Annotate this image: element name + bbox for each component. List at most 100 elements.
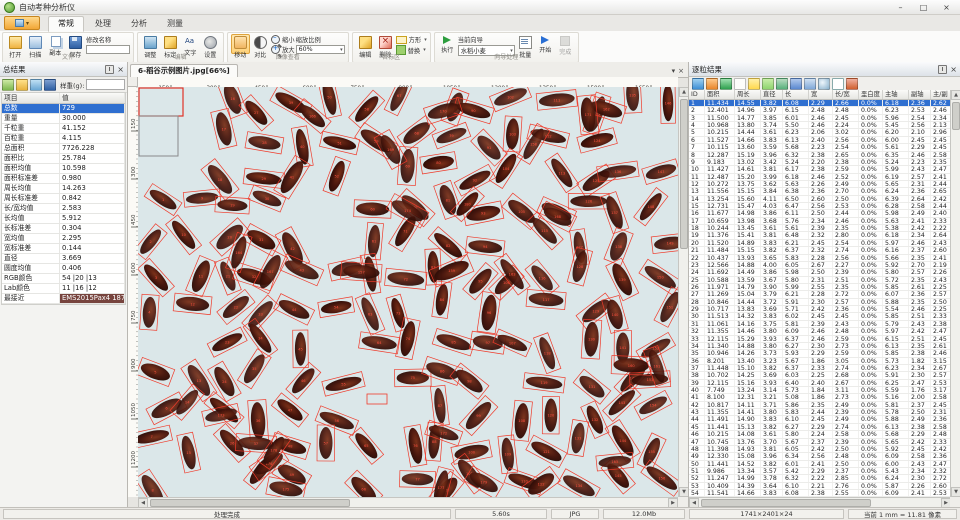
column-header[interactable]: 长: [783, 90, 809, 99]
tab-list-icon[interactable]: ▾: [672, 67, 676, 75]
summary-row[interactable]: 重量30.000: [2, 114, 125, 124]
summary-row[interactable]: 百粒重4.115: [2, 134, 125, 144]
grain-row[interactable]: 2210.43713.933.655.832.282.560.0%5.662.3…: [689, 255, 951, 262]
column-header[interactable]: 项目: [2, 93, 60, 103]
grain-row[interactable]: 519.98613.343.575.422.292.370.0%5.432.34…: [689, 468, 951, 475]
grain-vertical-scrollbar[interactable]: ▲ ▼: [950, 90, 960, 497]
start-button[interactable]: 开始: [536, 34, 555, 54]
grain-row[interactable]: 2011.52014.893.836.212.452.540.0%5.972.4…: [689, 240, 951, 247]
grain-row[interactable]: 5011.44114.523.826.012.412.500.0%6.002.4…: [689, 461, 951, 468]
scrollbar-thumb[interactable]: [952, 102, 960, 130]
summary-row[interactable]: 总数729: [2, 104, 125, 114]
rename-input[interactable]: [86, 45, 130, 54]
scrollbar-thumb[interactable]: [680, 99, 688, 249]
chart-icon[interactable]: [846, 78, 858, 90]
grain-row[interactable]: 418.10012.313.215.081.862.730.0%5.162.00…: [689, 394, 951, 401]
column-header[interactable]: 面积: [705, 90, 735, 99]
export-icon[interactable]: [692, 78, 704, 90]
grain-row[interactable]: 368.20113.403.235.671.863.050.0%5.731.82…: [689, 358, 951, 365]
grain-row[interactable]: 611.52714.663.836.132.402.560.0%6.002.45…: [689, 137, 951, 144]
finish-button[interactable]: 完成: [556, 34, 575, 54]
grain-row[interactable]: 99.18313.023.425.242.202.380.0%5.242.232…: [689, 159, 951, 166]
prev-record-icon[interactable]: [776, 78, 788, 90]
summary-row[interactable]: 圆度均值0.406: [2, 264, 125, 274]
grain-row[interactable]: 1413.25415.604.116.502.602.500.0%6.392.6…: [689, 196, 951, 203]
text-button[interactable]: 文字: [181, 34, 200, 54]
refresh-icon[interactable]: [30, 79, 42, 91]
target-delete-button[interactable]: 删除: [376, 34, 395, 54]
settings-button[interactable]: 设置: [201, 34, 220, 54]
grain-row[interactable]: 3011.51314.323.836.022.452.450.0%5.852.5…: [689, 313, 951, 320]
summary-row[interactable]: Lab颜色11 |16 |12: [2, 284, 125, 294]
tab-process[interactable]: 处理: [86, 17, 120, 31]
grain-row[interactable]: 2711.26915.043.796.212.282.720.0%6.072.3…: [689, 291, 951, 298]
column-header[interactable]: 周长: [735, 90, 761, 99]
grain-row[interactable]: 1810.24413.453.615.612.392.350.0%5.382.4…: [689, 225, 951, 232]
grain-row[interactable]: 4411.49114.903.836.102.452.490.0%5.882.4…: [689, 416, 951, 423]
grain-row[interactable]: 311.50014.773.856.012.462.450.0%5.962.54…: [689, 115, 951, 122]
grain-row[interactable]: 5310.40914.393.646.102.212.760.0%5.872.2…: [689, 483, 951, 490]
adjust-button[interactable]: 调整: [141, 34, 160, 54]
open-button[interactable]: 打开: [6, 34, 25, 54]
grain-row[interactable]: 2910.71713.833.695.712.422.360.0%5.542.4…: [689, 306, 951, 313]
grain-row[interactable]: 1611.67714.983.866.112.502.440.0%5.982.4…: [689, 210, 951, 217]
summary-row[interactable]: 周长均值14.263: [2, 184, 125, 194]
grain-row[interactable]: 212.40114.963.976.152.482.480.0%6.232.53…: [689, 107, 951, 114]
grain-row[interactable]: 510.21514.443.616.232.063.020.0%6.202.10…: [689, 129, 951, 136]
copy-button[interactable]: 副本: [46, 34, 65, 54]
grain-row[interactable]: 407.74913.243.145.731.843.110.0%5.591.76…: [689, 387, 951, 394]
grain-row[interactable]: 4610.21514.083.615.802.242.580.0%5.682.2…: [689, 431, 951, 438]
grain-row[interactable]: 3711.44815.103.826.372.332.740.0%6.232.3…: [689, 365, 951, 372]
grain-row[interactable]: 3211.35514.463.806.092.462.480.0%5.972.4…: [689, 328, 951, 335]
column-header[interactable]: 主轴: [883, 90, 909, 99]
close-button[interactable]: ×: [937, 1, 956, 14]
grain-row[interactable]: 1112.48715.203.996.182.462.520.0%6.192.5…: [689, 174, 951, 181]
panel-icon[interactable]: [832, 78, 844, 90]
grain-row[interactable]: 4311.35514.413.805.832.442.390.0%5.782.5…: [689, 409, 951, 416]
column-header[interactable]: ID: [689, 90, 705, 99]
edit-document-icon[interactable]: [748, 78, 760, 90]
scroll-down-icon[interactable]: ▼: [951, 487, 960, 497]
batch-button[interactable]: 批量: [516, 34, 535, 54]
tab-measure[interactable]: 测量: [158, 17, 192, 31]
summary-row[interactable]: 面积均值10.598: [2, 164, 125, 174]
grain-row[interactable]: 1911.37615.413.816.482.322.800.0%6.182.3…: [689, 232, 951, 239]
maximize-button[interactable]: □: [914, 1, 933, 14]
grain-horizontal-scrollbar[interactable]: ◀ ▶: [689, 497, 951, 507]
summary-row[interactable]: 宽均值2.295: [2, 234, 125, 244]
document-tab[interactable]: 6-稻谷示例图片.jpg[66%]: [130, 64, 238, 77]
app-menu-button[interactable]: ▾: [4, 16, 40, 30]
grain-row[interactable]: 2411.69214.493.865.982.502.390.0%5.802.5…: [689, 269, 951, 276]
column-header[interactable]: 值: [60, 93, 125, 103]
summary-row[interactable]: 宽标准差0.144: [2, 244, 125, 254]
scrollbar-thumb[interactable]: [150, 499, 350, 507]
image-canvas[interactable]: 1234567891011121314151617181920212223242…: [138, 87, 678, 497]
book-icon[interactable]: [44, 79, 56, 91]
column-header[interactable]: 直径: [761, 90, 783, 99]
summary-row[interactable]: 最接近EMS2015Pax4 187...: [2, 294, 125, 304]
grain-row[interactable]: 1710.65913.983.685.762.342.460.0%5.632.4…: [689, 218, 951, 225]
add-document-icon[interactable]: [762, 78, 774, 90]
grain-row[interactable]: 3111.06114.163.755.812.392.430.0%5.792.4…: [689, 321, 951, 328]
grain-row[interactable]: 111.43414.553.826.082.292.660.0%6.182.36…: [689, 100, 951, 107]
sample-weight-input[interactable]: [86, 79, 125, 90]
summary-row[interactable]: 周长标准差0.842: [2, 194, 125, 204]
grain-row[interactable]: 2510.58813.593.675.802.312.510.0%5.722.3…: [689, 277, 951, 284]
column-header[interactable]: 垩白度: [859, 90, 883, 99]
minimize-button[interactable]: –: [891, 1, 910, 14]
grain-row[interactable]: 4912.33015.083.966.342.562.480.0%6.092.5…: [689, 453, 951, 460]
grain-row[interactable]: 3510.94614.263.735.932.292.590.0%5.852.3…: [689, 350, 951, 357]
close-icon[interactable]: ×: [950, 66, 957, 73]
summary-row[interactable]: 长均值5.912: [2, 214, 125, 224]
grain-row[interactable]: 4210.81714.113.715.862.352.490.0%5.812.3…: [689, 402, 951, 409]
save-button[interactable]: 保存: [66, 34, 85, 54]
pin-icon[interactable]: [938, 65, 947, 74]
search-icon[interactable]: [818, 78, 830, 90]
summary-row[interactable]: 面积比25.784: [2, 154, 125, 164]
close-document-icon[interactable]: ×: [678, 67, 684, 75]
grain-row[interactable]: 4811.39814.933.816.052.422.500.0%5.922.4…: [689, 446, 951, 453]
calibrate-button[interactable]: 标定: [161, 34, 180, 54]
contrast-button[interactable]: 对比: [251, 34, 270, 54]
column-header[interactable]: 副轴: [909, 90, 931, 99]
export-icon[interactable]: [2, 79, 14, 91]
